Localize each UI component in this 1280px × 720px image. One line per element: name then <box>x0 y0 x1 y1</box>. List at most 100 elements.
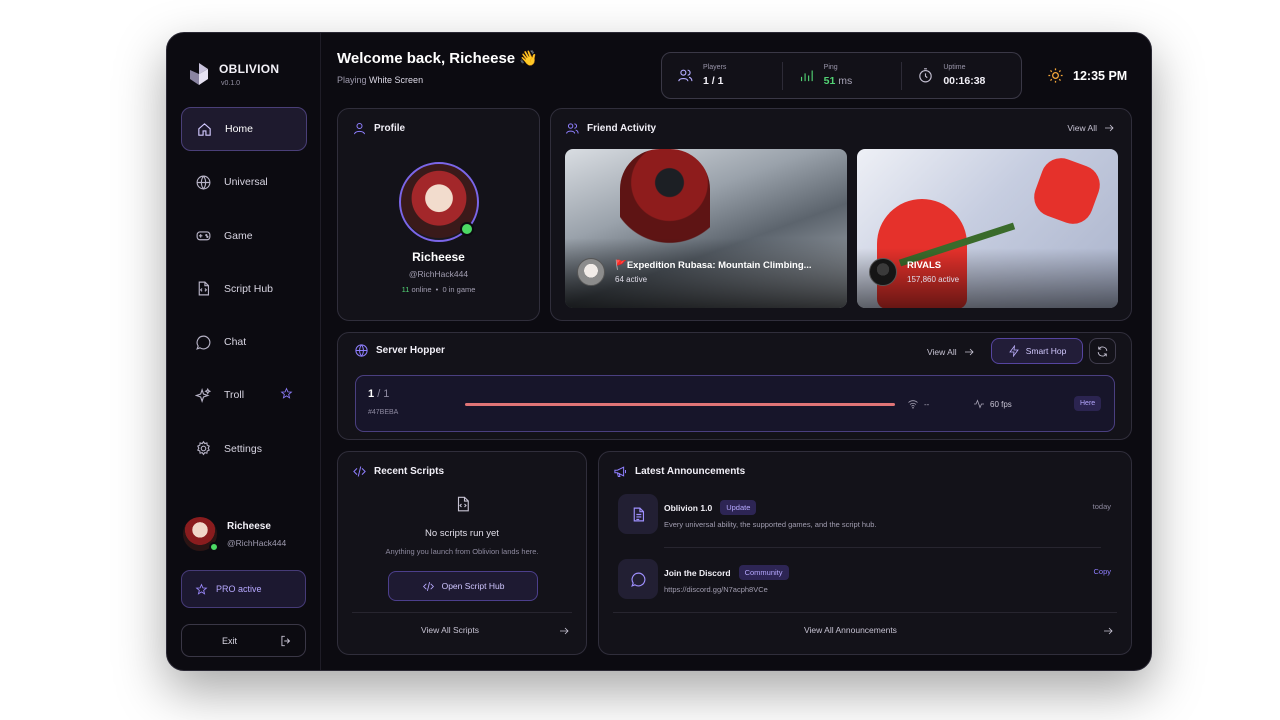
announcements-title: Latest Announcements <box>613 464 745 479</box>
empty-scripts-icon <box>454 494 472 514</box>
friend-game-tile[interactable]: 🚩Expedition Rubasa: Mountain Climbing...… <box>565 149 847 308</box>
announcement-tag: Update <box>720 500 757 515</box>
server-count-total: / 1 <box>377 388 390 400</box>
chat-icon <box>196 335 211 350</box>
game-info: 🚩Expedition Rubasa: Mountain Climbing...… <box>577 258 812 286</box>
gear-icon <box>197 441 210 456</box>
announcement-icon <box>618 559 658 599</box>
playing-prefix: Playing <box>337 75 367 85</box>
sidebar-item-settings[interactable]: Settings <box>181 427 307 471</box>
chat-icon <box>630 572 645 587</box>
view-all-announcements-link[interactable]: View All Announcements <box>804 625 897 635</box>
announcement-item[interactable]: Oblivion 1.0 Update Every universal abil… <box>618 494 1111 536</box>
troll-favorite[interactable] <box>280 387 293 403</box>
sidebar-item-script-hub[interactable]: Script Hub <box>181 267 307 311</box>
globe-icon <box>355 344 368 357</box>
server-hopper-card: Server Hopper View All Smart Hop 1 / 1 #… <box>337 332 1132 440</box>
refresh-button[interactable] <box>1089 338 1116 364</box>
sidebar-item-universal[interactable]: Universal <box>181 160 307 204</box>
server-ping-value: -- <box>924 399 930 409</box>
sidebar-item-home[interactable]: Home <box>181 107 307 151</box>
clock-time: 12:35 PM <box>1073 68 1128 83</box>
playing-game: White Screen <box>369 75 424 85</box>
friends-view-all-link[interactable]: View All <box>1067 122 1115 134</box>
announcement-title: Oblivion 1.0 Update <box>664 500 757 515</box>
arrow-right-icon <box>1105 124 1114 132</box>
profile-status: 11 online • 0 in game <box>338 285 539 294</box>
exit-label: Exit <box>222 635 238 646</box>
file-code-icon <box>457 496 469 512</box>
ping-stat: Ping 51 ms <box>781 61 902 90</box>
announcement-title-text: Join the Discord <box>664 567 731 578</box>
smart-hop-button[interactable]: Smart Hop <box>991 338 1083 364</box>
sun-icon <box>1048 68 1063 83</box>
announcement-link[interactable]: https://discord.gg/N7acph8VCe <box>664 585 768 594</box>
arrow-right-icon <box>964 348 974 356</box>
star-icon <box>280 388 293 400</box>
current-server-badge: Here <box>1074 396 1102 411</box>
game-name: 🚩Expedition Rubasa: Mountain Climbing... <box>615 260 812 271</box>
announcement-title: Join the Discord Community <box>664 565 789 580</box>
profile-card-title: Profile <box>352 121 405 136</box>
oblivion-logo-icon <box>190 63 208 85</box>
pro-label: PRO active <box>216 584 262 594</box>
online-label: online <box>411 285 432 294</box>
file-code-icon <box>198 281 210 296</box>
users-icon <box>678 69 693 82</box>
sidebar-item-label: Chat <box>224 336 247 349</box>
server-fps: 60 fps <box>973 398 1012 410</box>
ping-unit: ms <box>838 75 853 87</box>
announcement-date: today <box>1092 502 1111 511</box>
pro-status-button[interactable]: PRO active <box>181 570 306 608</box>
globe-icon <box>196 175 211 190</box>
uptime-label: Uptime <box>943 64 966 71</box>
signal-bars-icon <box>800 70 813 82</box>
profile-avatar[interactable] <box>399 162 479 242</box>
brand: OBLIVION v0.1.0 <box>187 61 279 87</box>
user-name: Richeese <box>227 520 271 532</box>
sidebar-user[interactable]: Richeese @RichHack444 <box>183 517 286 552</box>
open-script-hub-button[interactable]: Open Script Hub <box>388 571 538 601</box>
playing-status: Playing White Screen <box>337 75 423 85</box>
server-view-all-link[interactable]: View All <box>927 346 975 358</box>
exit-button[interactable]: Exit <box>181 624 306 657</box>
brand-version: v0.1.0 <box>221 79 241 87</box>
code-icon <box>353 466 366 477</box>
brand-name: OBLIVION <box>219 61 280 76</box>
users-icon <box>566 123 579 134</box>
logout-icon <box>281 635 291 646</box>
activity-icon <box>974 399 984 409</box>
server-row[interactable]: 1 / 1 #47BEBA -- 60 fps Here <box>355 375 1115 432</box>
view-all-label: View All <box>927 347 957 357</box>
divider <box>352 612 572 613</box>
game-thumbnail <box>869 258 897 286</box>
server-player-count: 1 / 1 <box>368 388 389 400</box>
in-game-count: 0 in game <box>442 285 476 294</box>
server-count-current: 1 <box>368 388 375 400</box>
document-icon <box>633 507 644 521</box>
players-label: Players <box>703 64 727 71</box>
sidebar-item-game[interactable]: Game <box>181 214 307 258</box>
sidebar-item-chat[interactable]: Chat <box>181 320 307 364</box>
wifi-icon <box>908 400 918 409</box>
announcement-item[interactable]: Join the Discord Community https://disco… <box>618 559 1111 601</box>
divider <box>613 612 1117 613</box>
players-value: 1 / 1 <box>703 75 724 87</box>
copy-link-button[interactable]: Copy <box>1093 567 1111 576</box>
lightning-icon <box>1008 345 1019 357</box>
sidebar-item-label: Home <box>225 123 254 135</box>
view-all-scripts-link[interactable]: View All Scripts <box>421 625 479 635</box>
announcement-tag: Community <box>738 565 789 580</box>
view-all-scripts-arrow[interactable] <box>558 624 570 636</box>
friend-game-tile[interactable]: RIVALS 157,860 active <box>857 149 1118 308</box>
card-title-text: Server Hopper <box>376 345 445 356</box>
gamepad-icon <box>196 231 211 241</box>
announcement-title-text: Oblivion 1.0 <box>664 502 713 513</box>
divider <box>664 547 1101 548</box>
card-title-text: Latest Announcements <box>635 466 746 477</box>
arrow-right-icon <box>1104 627 1113 635</box>
sidebar-item-troll[interactable]: Troll <box>181 373 307 417</box>
game-artwork <box>1028 152 1106 230</box>
view-all-label: View All <box>1067 123 1097 133</box>
view-all-announcements-arrow[interactable] <box>1102 624 1114 636</box>
